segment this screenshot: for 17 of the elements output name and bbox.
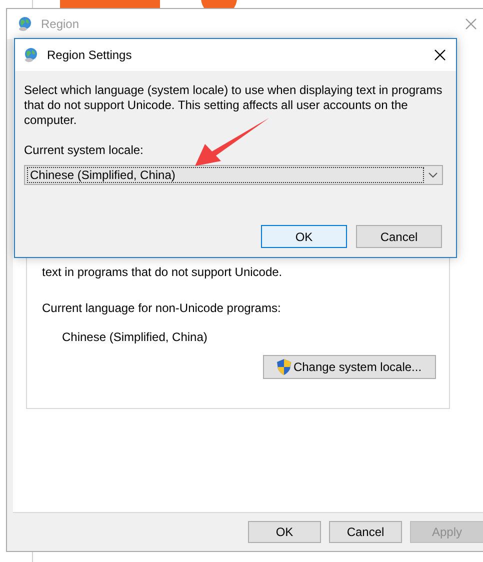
language-label: Current language for non-Unicode programs: (42, 300, 282, 317)
dialog-button[interactable]: Cancel (329, 521, 402, 543)
locale-label: Current system locale: (24, 142, 144, 159)
dialog-button[interactable]: Cancel (356, 225, 442, 248)
change-locale-button[interactable]: Change system locale... (263, 355, 436, 379)
dialog-button[interactable]: OK (248, 521, 321, 543)
globe-icon (23, 47, 39, 63)
dialog-title: Region Settings (47, 47, 132, 64)
dialog-description: Select which language (system locale) to use when displaying text in programs that do not support Unicode. This setting affects all user accounts on the computer. (24, 83, 444, 128)
globe-icon (17, 16, 33, 32)
description-text: text in programs that do not support Unicode. (42, 264, 284, 281)
dialog-button[interactable]: OK (261, 225, 347, 248)
shield-icon (277, 359, 292, 375)
window-title: Region (41, 16, 80, 33)
close-icon[interactable] (434, 49, 446, 61)
locale-dropdown[interactable]: Chinese (Simplified, China) (24, 165, 443, 185)
language-value: Chinese (Simplified, China) (62, 329, 208, 346)
